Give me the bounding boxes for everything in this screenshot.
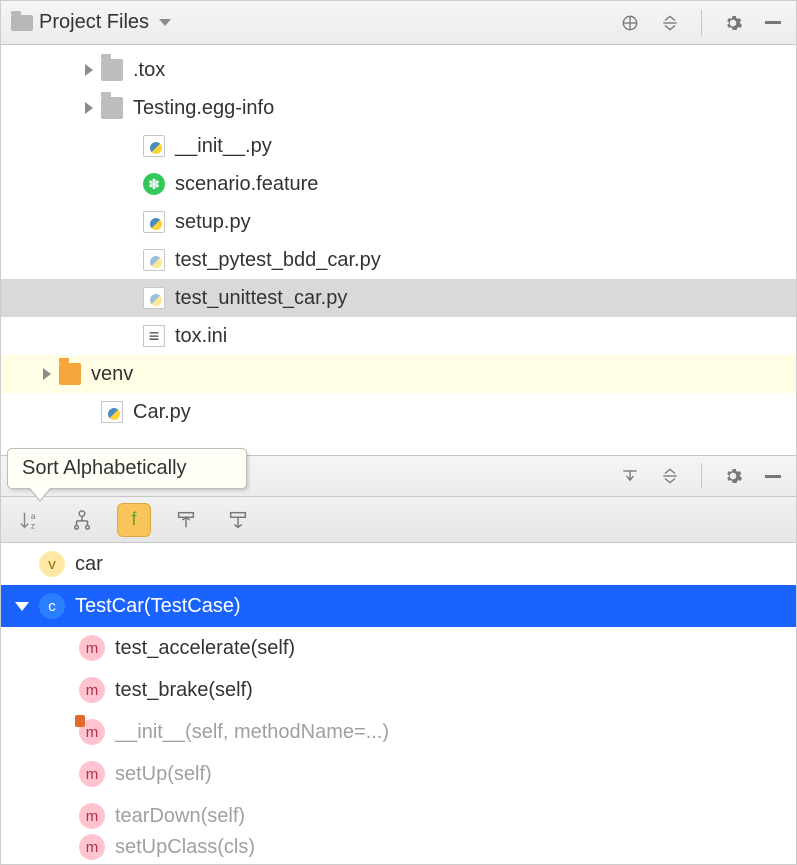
structure-toolbar-upper: Sort Alphabetically (1, 455, 796, 497)
structure-row[interactable]: m tearDown(self) (1, 795, 796, 837)
file-label: .tox (133, 59, 165, 82)
structure-label: car (75, 553, 103, 576)
collapse-all-structure-button[interactable] (657, 463, 683, 489)
project-tree-row[interactable]: Testing.egg-info (1, 89, 796, 127)
folder-icon (59, 363, 81, 385)
svg-text:a: a (31, 512, 36, 521)
structure-row[interactable]: c TestCar(TestCase) (1, 585, 796, 627)
folder-icon (11, 15, 33, 31)
scroll-from-source-structure-button[interactable] (221, 503, 255, 537)
show-fields-button[interactable]: f (117, 503, 151, 537)
structure-row[interactable]: m setUp(self) (1, 753, 796, 795)
variable-badge-icon: v (39, 551, 65, 577)
python-file-icon (143, 211, 165, 233)
structure-hide-button[interactable] (760, 463, 786, 489)
expand-arrow-icon[interactable] (85, 64, 93, 76)
project-tree-row[interactable]: __init__.py (1, 127, 796, 165)
folder-icon (101, 59, 123, 81)
view-selector[interactable]: Project Files (11, 11, 171, 34)
structure-row[interactable]: m test_accelerate(self) (1, 627, 796, 669)
structure-row[interactable]: m __init__(self, methodName=...) (1, 711, 796, 753)
structure-toolbar-lower: az f (1, 497, 796, 543)
method-badge-icon: m (79, 834, 105, 860)
structure-tree[interactable]: vcarcTestCar(TestCase)mtest_accelerate(s… (1, 543, 796, 857)
view-selector-label: Project Files (39, 11, 149, 34)
separator (701, 463, 702, 489)
structure-label: test_accelerate(self) (115, 637, 295, 660)
method-badge-icon: m (79, 761, 105, 787)
method-badge-icon: m (79, 803, 105, 829)
project-tree-row[interactable]: setup.py (1, 203, 796, 241)
show-inherited-button[interactable] (65, 503, 99, 537)
python-file-icon (143, 249, 165, 271)
settings-button[interactable] (720, 10, 746, 36)
structure-row[interactable]: vcar (1, 543, 796, 585)
structure-label: setUpClass(cls) (115, 836, 255, 859)
letter-f-icon: f (131, 509, 136, 530)
file-label: test_pytest_bdd_car.py (175, 249, 381, 272)
project-tree-row[interactable]: test_pytest_bdd_car.py (1, 241, 796, 279)
expand-arrow-icon[interactable] (85, 102, 93, 114)
ini-file-icon (143, 325, 165, 347)
feature-file-icon (143, 173, 165, 195)
file-label: Testing.egg-info (133, 97, 274, 120)
chevron-down-icon (159, 19, 171, 26)
project-toolbar: Project Files (1, 1, 796, 45)
file-label: tox.ini (175, 325, 227, 348)
collapse-arrow-icon[interactable] (15, 602, 29, 611)
python-file-icon (101, 401, 123, 423)
project-tree-row[interactable]: tox.ini (1, 317, 796, 355)
minimize-icon (765, 475, 781, 478)
structure-label: tearDown(self) (115, 805, 245, 828)
separator (701, 10, 702, 36)
collapse-all-button[interactable] (657, 10, 683, 36)
project-tree-row[interactable]: scenario.feature (1, 165, 796, 203)
project-tree-row[interactable]: venv (1, 355, 796, 393)
project-tree-row[interactable]: test_unittest_car.py (1, 279, 796, 317)
scroll-from-source-button[interactable] (617, 10, 643, 36)
folder-icon (101, 97, 123, 119)
expand-arrow-icon[interactable] (43, 368, 51, 380)
method-badge-icon: m (79, 719, 105, 745)
file-label: scenario.feature (175, 173, 318, 196)
svg-text:z: z (31, 521, 35, 530)
expand-all-button[interactable] (617, 463, 643, 489)
method-badge-icon: m (79, 635, 105, 661)
project-tree[interactable]: .tox Testing.egg-info __init__.py scenario.… (1, 45, 796, 455)
python-file-icon (143, 287, 165, 309)
lock-icon (75, 715, 85, 727)
structure-label: test_brake(self) (115, 679, 253, 702)
structure-settings-button[interactable] (720, 463, 746, 489)
file-label: setup.py (175, 211, 251, 234)
structure-label: __init__(self, methodName=...) (115, 721, 389, 744)
scroll-to-source-button[interactable] (169, 503, 203, 537)
method-badge-icon: m (79, 677, 105, 703)
minimize-icon (765, 21, 781, 24)
file-label: Car.py (133, 401, 191, 424)
project-tree-row[interactable]: Car.py (1, 393, 796, 431)
structure-label: setUp(self) (115, 763, 212, 786)
class-badge-icon: c (39, 593, 65, 619)
structure-row[interactable]: m test_brake(self) (1, 669, 796, 711)
python-file-icon (143, 135, 165, 157)
sort-alphabetically-button[interactable]: az (13, 503, 47, 537)
structure-label: TestCar(TestCase) (75, 595, 241, 618)
project-tree-row[interactable]: .tox (1, 51, 796, 89)
tooltip: Sort Alphabetically (7, 448, 247, 489)
hide-button[interactable] (760, 10, 786, 36)
file-label: __init__.py (175, 135, 272, 158)
file-label: venv (91, 363, 133, 386)
file-label: test_unittest_car.py (175, 287, 347, 310)
structure-row[interactable]: m setUpClass(cls) (1, 837, 796, 857)
